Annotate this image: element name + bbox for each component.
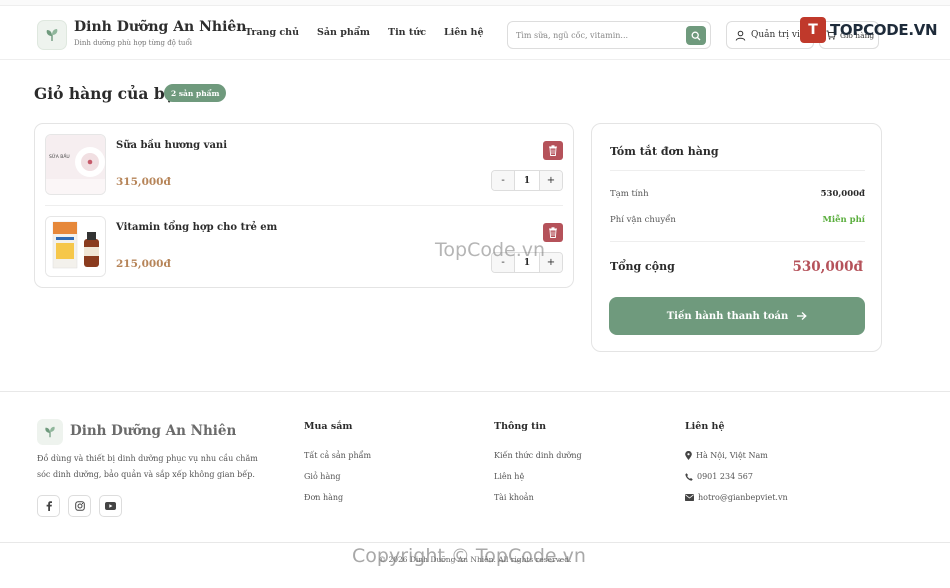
footer-heading: Mua sắm [304, 421, 353, 432]
product-thumbnail-label: SỮA BẦU [49, 155, 70, 160]
brand-logo[interactable] [37, 20, 67, 50]
increase-quantity-button[interactable]: + [540, 253, 562, 272]
quantity-value[interactable]: 1 [514, 253, 540, 272]
trash-icon [549, 145, 557, 156]
footer-description: Đồ dùng và thiết bị dinh dưỡng phục vụ n… [37, 454, 258, 479]
quantity-stepper: - 1 + [491, 170, 563, 191]
leaf-icon [46, 29, 58, 41]
shipping-label: Phí vận chuyển [610, 215, 676, 225]
phone-text: 0901 234 567 [697, 472, 753, 481]
user-icon [735, 30, 746, 41]
youtube-icon [105, 502, 116, 510]
leaf-icon [45, 426, 55, 438]
search-box [507, 21, 711, 49]
footer-heading: Thông tin [494, 421, 547, 432]
footer-link-all-products[interactable]: Tất cả sản phẩm [304, 445, 371, 466]
phone-icon [685, 472, 693, 481]
footer-logo[interactable] [37, 419, 63, 445]
item-price: 215,000đ [116, 258, 171, 270]
search-icon [691, 31, 701, 40]
nav-item-home[interactable]: Trang chủ [245, 27, 299, 38]
footer-divider [0, 542, 950, 543]
arrow-right-icon [797, 312, 808, 320]
remove-item-button[interactable] [543, 141, 563, 160]
footer-link-nutrition-knowledge[interactable]: Kiến thức dinh dưỡng [494, 445, 582, 466]
footer-heading: Liên hệ [685, 421, 725, 432]
site-footer: Dinh Dưỡng An Nhiên Đồ dùng và thiết bị … [0, 391, 950, 588]
nav-item-contact[interactable]: Liên hệ [444, 27, 484, 38]
cart-items-card: SỮA BẦU Sữa bầu hương vani 315,000đ - 1 … [34, 123, 574, 288]
facebook-link[interactable] [37, 495, 60, 517]
decrease-quantity-button[interactable]: - [492, 253, 514, 272]
cart-count-badge: 2 sản phẩm [164, 84, 227, 102]
item-name[interactable]: Vitamin tổng hợp cho trẻ em [116, 222, 277, 233]
brand-tagline: Dinh dưỡng phù hợp từng độ tuổi [74, 39, 192, 47]
search-button[interactable] [686, 26, 706, 45]
instagram-icon [74, 501, 85, 511]
email-text: hotro@gianbepviet.vn [698, 493, 788, 502]
decrease-quantity-button[interactable]: - [492, 171, 514, 190]
footer-link-account[interactable]: Tài khoản [494, 487, 582, 508]
footer-link-contact[interactable]: Liên hệ [494, 466, 582, 487]
map-pin-icon [685, 451, 692, 460]
total-value: 530,000đ [792, 259, 864, 275]
footer-brand: Dinh Dưỡng An Nhiên [70, 423, 237, 439]
order-summary-card: Tóm tắt đơn hàng Tạm tính 530,000đ Phí v… [591, 123, 882, 352]
social-links [37, 495, 122, 517]
nav-item-products[interactable]: Sản phẩm [317, 27, 370, 38]
instagram-link[interactable] [68, 495, 91, 517]
footer-link-orders[interactable]: Đơn hàng [304, 487, 371, 508]
footer-phone[interactable]: 0901 234 567 [685, 466, 788, 487]
summary-title: Tóm tắt đơn hàng [610, 145, 719, 158]
shipping-value: Miễn phí [822, 215, 865, 225]
product-thumbnail[interactable] [45, 216, 106, 277]
divider [610, 241, 865, 242]
envelope-icon [685, 494, 694, 501]
quantity-stepper: - 1 + [491, 252, 563, 273]
total-label: Tổng cộng [610, 260, 675, 273]
checkout-button[interactable]: Tiến hành thanh toán [609, 297, 865, 335]
milk-product-image [46, 135, 105, 194]
footer-column-info: Thông tin Kiến thức dinh dưỡng Liên hệ T… [494, 421, 582, 508]
footer-column-shop: Mua sắm Tất cả sản phẩm Giỏ hàng Đơn hàn… [304, 421, 371, 508]
search-input[interactable] [516, 27, 681, 43]
youtube-link[interactable] [99, 495, 122, 517]
item-price: 315,000đ [116, 176, 171, 188]
footer-column-contact: Liên hệ Hà Nội, Việt Nam 0901 234 567 ho… [685, 421, 788, 508]
main-nav: Trang chủ Sản phẩm Tin tức Liên hệ [245, 27, 483, 38]
remove-item-button[interactable] [543, 223, 563, 242]
facebook-icon [46, 501, 52, 511]
topcode-watermark-logo: T TOPCODE.VN [800, 14, 938, 46]
subtotal-row: Tạm tính 530,000đ [610, 189, 865, 199]
copyright-text: © 2026 Dinh Dưỡng An Nhiên. All rights r… [378, 555, 572, 564]
topcode-logo-text: TOPCODE.VN [830, 21, 938, 39]
divider [610, 170, 865, 171]
checkout-label: Tiến hành thanh toán [666, 310, 789, 322]
footer-address: Hà Nội, Việt Nam [685, 445, 788, 466]
cart-item: SỮA BẦU Sữa bầu hương vani 315,000đ - 1 … [45, 134, 563, 206]
site-header: Dinh Dưỡng An Nhiên Dinh dưỡng phù hợp t… [0, 6, 950, 60]
cart-item: Vitamin tổng hợp cho trẻ em 215,000đ - 1… [45, 216, 563, 288]
item-name[interactable]: Sữa bầu hương vani [116, 140, 227, 151]
subtotal-label: Tạm tính [610, 189, 649, 199]
quantity-value[interactable]: 1 [514, 171, 540, 190]
shipping-row: Phí vận chuyển Miễn phí [610, 215, 865, 225]
vitamin-product-image [46, 217, 105, 276]
footer-email[interactable]: hotro@gianbepviet.vn [685, 487, 788, 508]
trash-icon [549, 227, 557, 238]
subtotal-value: 530,000đ [820, 189, 865, 199]
address-text: Hà Nội, Việt Nam [696, 451, 768, 460]
brand-name[interactable]: Dinh Dưỡng An Nhiên [74, 19, 246, 35]
topcode-mark-icon: T [800, 17, 826, 43]
footer-link-cart[interactable]: Giỏ hàng [304, 466, 371, 487]
product-thumbnail[interactable]: SỮA BẦU [45, 134, 106, 195]
nav-item-news[interactable]: Tin tức [388, 27, 426, 38]
increase-quantity-button[interactable]: + [540, 171, 562, 190]
